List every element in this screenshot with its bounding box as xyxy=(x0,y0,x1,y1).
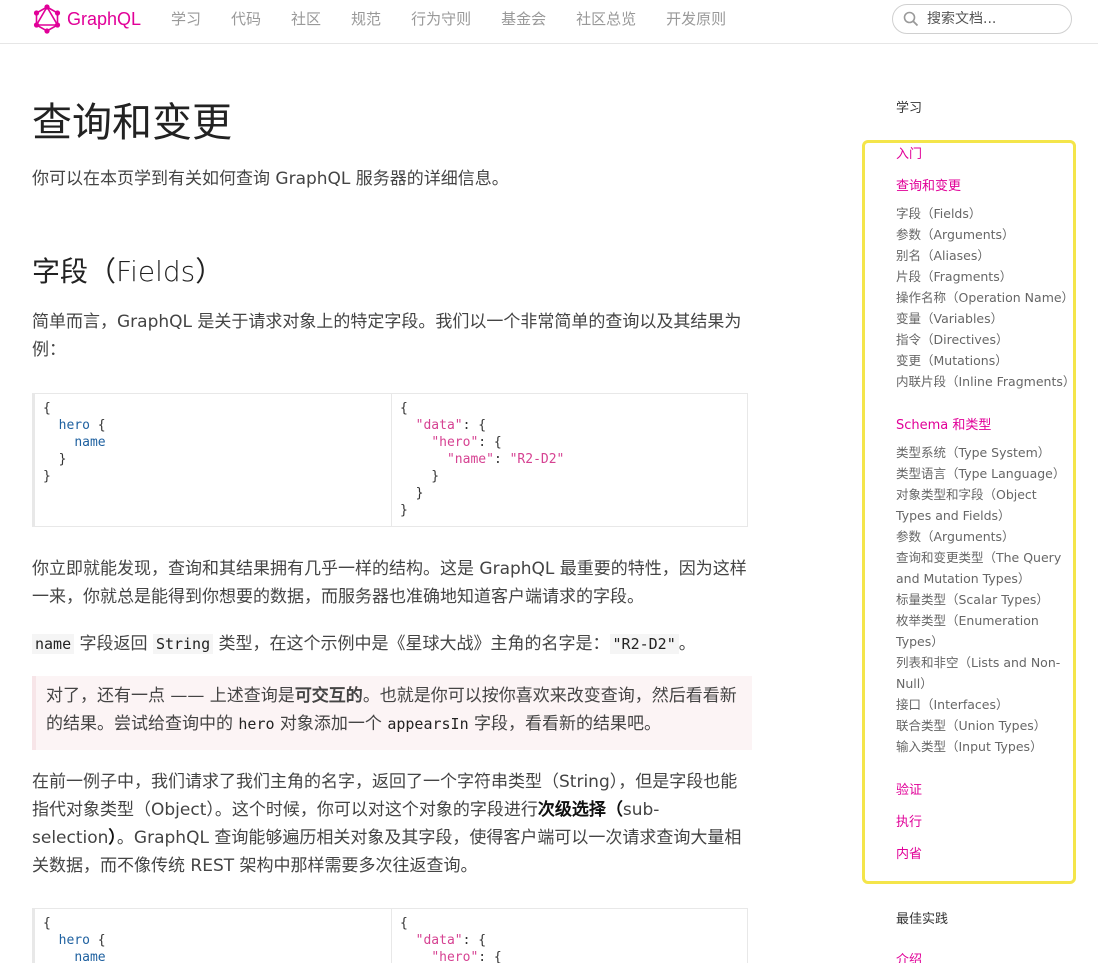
search-icon xyxy=(903,11,919,27)
text-span: 字段返回 xyxy=(74,634,153,654)
sidebar-subitem-schema-10[interactable]: 列表和非空（Lists and Non- xyxy=(896,652,1060,673)
intro-text: 你可以在本页学到有关如何查询 GraphQL 服务器的详细信息。 xyxy=(32,169,509,189)
sidebar-subitem-schema-5[interactable]: 查询和变更类型（The Query xyxy=(896,547,1061,568)
sidebar-subitem-schema-11[interactable]: Null） xyxy=(896,673,933,694)
sidebar-subitem-queries-3[interactable]: 片段（Fragments） xyxy=(896,266,1012,287)
nav-spec[interactable]: 规范 xyxy=(351,10,381,28)
text-span: 对象添加一个 xyxy=(274,714,388,734)
sidebar-subitem-schema-3[interactable]: Types and Fields） xyxy=(896,505,1011,526)
paragraph-structure: 你立即就能发现，查询和其结果拥有几乎一样的结构。这是 GraphQL 最重要的特… xyxy=(32,559,747,607)
sidebar-subitem-queries-5[interactable]: 变量（Variables） xyxy=(896,308,1003,329)
nav-code-of-conduct[interactable]: 行为守则 xyxy=(411,10,471,28)
main-nav: 学习 代码 社区 规范 行为守则 基金会 社区总览 开发原则 xyxy=(171,10,756,28)
code-example-2: { hero { name { "data": { "hero": { xyxy=(32,908,748,963)
inline-code-r2d2: "R2-D2" xyxy=(609,634,679,654)
sidebar-subitem-schema-13[interactable]: 联合类型（Union Types） xyxy=(896,715,1046,736)
inline-code-appearsin: appearsIn xyxy=(387,715,469,733)
sidebar-item-schema[interactable]: Schema 和类型 xyxy=(896,415,991,436)
text-span: 对了，还有一点 —— 上述查询是 xyxy=(46,686,295,706)
sidebar-subitem-queries-8[interactable]: 内联片段（Inline Fragments） xyxy=(896,371,1075,392)
sidebar-subitem-schema-14[interactable]: 输入类型（Input Types） xyxy=(896,736,1043,757)
nav-learn[interactable]: 学习 xyxy=(171,10,201,28)
section-heading-fields: 字段（Fields） xyxy=(32,255,224,288)
page-title: 查询和变更 xyxy=(32,100,232,146)
sidebar-subitem-schema-4[interactable]: 参数（Arguments） xyxy=(896,526,1015,547)
sidebar-item-best-practices-intro[interactable]: 介绍 xyxy=(896,950,922,963)
sidebar-subitem-schema-6[interactable]: and Mutation Types） xyxy=(896,568,1030,589)
sidebar-subitem-queries-4[interactable]: 操作名称（Operation Name） xyxy=(896,287,1074,308)
sidebar-item-validation[interactable]: 验证 xyxy=(896,780,922,801)
sidebar-section-learn: 学习 xyxy=(896,101,923,116)
logo-text: GraphQL xyxy=(67,8,142,29)
query-editor[interactable]: { hero { name } } xyxy=(35,394,391,526)
sidebar-subitem-schema-9[interactable]: Types） xyxy=(896,631,944,652)
sidebar-subitem-queries-2[interactable]: 别名（Aliases） xyxy=(896,245,990,266)
sidebar-subitem-schema-1[interactable]: 类型语言（Type Language） xyxy=(896,463,1065,484)
text-span: 。 xyxy=(678,634,696,654)
sidebar-section-best-practices: 最佳实践 xyxy=(896,912,949,927)
sidebar-subitem-queries-0[interactable]: 字段（Fields） xyxy=(896,203,981,224)
sidebar-subitem-schema-7[interactable]: 标量类型（Scalar Types） xyxy=(896,589,1049,610)
nav-principles[interactable]: 开发原则 xyxy=(666,10,726,28)
result-viewer-2: { "data": { "hero": { xyxy=(391,909,747,963)
inline-code-hero: hero xyxy=(238,715,275,733)
sidebar-subitem-queries-7[interactable]: 变更（Mutations） xyxy=(896,350,1008,371)
code-example-1: { hero { name } } { "data": { "hero": { … xyxy=(32,393,748,527)
sidebar-subitem-queries-1[interactable]: 参数（Arguments） xyxy=(896,224,1015,245)
nav-landscape[interactable]: 社区总览 xyxy=(576,10,636,28)
top-nav-bar: GraphQL 学习 代码 社区 规范 行为守则 基金会 社区总览 开发原则 xyxy=(0,0,1098,44)
sidebar-item-introspection[interactable]: 内省 xyxy=(896,844,922,865)
interactive-note: 对了，还有一点 —— 上述查询是可交互的。也就是你可以按你喜欢来改变查询，然后看… xyxy=(32,676,752,750)
search-box[interactable] xyxy=(892,4,1072,34)
sidebar-subitem-schema-0[interactable]: 类型系统（Type System） xyxy=(896,442,1050,463)
query-editor-2[interactable]: { hero { name xyxy=(35,909,391,963)
nav-community[interactable]: 社区 xyxy=(291,10,321,28)
paragraph-fields: 简单而言，GraphQL 是关于请求对象上的特定字段。我们以一个非常简单的查询以… xyxy=(32,312,742,360)
sidebar-subitem-schema-12[interactable]: 接口（Interfaces） xyxy=(896,694,1008,715)
graphql-logo-icon xyxy=(33,4,61,34)
sidebar-item-queries[interactable]: 查询和变更 xyxy=(896,176,961,197)
graphql-logo[interactable]: GraphQL xyxy=(33,4,141,34)
bold-interactive: 可交互的 xyxy=(294,686,363,706)
sidebar-subitem-queries-6[interactable]: 指令（Directives） xyxy=(896,329,1009,350)
bold-subselection: 次级选择（ xyxy=(537,800,623,820)
inline-code-string: String xyxy=(152,634,214,654)
sidebar-subitem-schema-2[interactable]: 对象类型和字段（Object xyxy=(896,484,1037,505)
sidebar-item-execution[interactable]: 执行 xyxy=(896,812,922,833)
nav-code[interactable]: 代码 xyxy=(231,10,261,28)
text-span: 。GraphQL 查询能够遍历相关对象及其字段，使得客户端可以一次请求查询大量相… xyxy=(32,828,742,876)
search-input[interactable] xyxy=(927,11,1057,27)
sidebar-item-intro[interactable]: 入门 xyxy=(896,144,922,165)
text-span: 字段，看看新的结果吧。 xyxy=(468,714,662,734)
inline-code-name: name xyxy=(32,634,75,654)
paragraph-name-field: name 字段返回 String 类型，在这个示例中是《星球大战》主角的名字是：… xyxy=(32,630,747,658)
nav-foundation[interactable]: 基金会 xyxy=(501,10,546,28)
bold-paren: ） xyxy=(108,828,117,848)
paragraph-subselection: 在前一例子中，我们请求了我们主角的名字，返回了一个字符串类型（String），但… xyxy=(32,768,747,880)
result-viewer: { "data": { "hero": { "name": "R2-D2" } … xyxy=(391,394,747,526)
sidebar-subitem-schema-8[interactable]: 枚举类型（Enumeration xyxy=(896,610,1039,631)
text-span: 类型，在这个示例中是《星球大战》主角的名字是： xyxy=(213,634,610,654)
